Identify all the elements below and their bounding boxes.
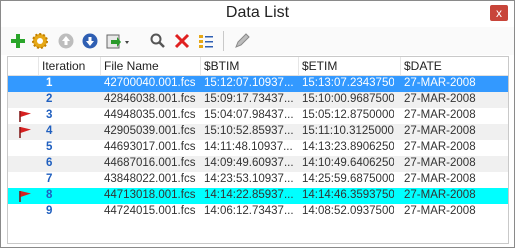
header-iteration[interactable]: Iteration xyxy=(42,59,85,73)
iteration-cell: 5 xyxy=(46,141,53,153)
up-icon[interactable] xyxy=(57,32,75,50)
file-name-cell: 42846038.001.fcs xyxy=(104,93,196,105)
date-cell: 27-MAR-2008 xyxy=(404,125,476,137)
iteration-cell: 1 xyxy=(46,77,53,89)
toolbar-separator xyxy=(223,31,224,51)
file-name-cell: 42905039.001.fcs xyxy=(104,125,196,137)
date-cell: 27-MAR-2008 xyxy=(404,77,476,89)
down-icon[interactable] xyxy=(81,32,99,50)
iteration-cell: 4 xyxy=(46,125,53,137)
etim-cell: 15:05:12.8750000 xyxy=(302,109,394,121)
iteration-cell: 8 xyxy=(46,189,53,201)
etim-cell: 14:13:23.8906250 xyxy=(302,141,394,153)
table-row[interactable]: 5 44693017.001.fcs 14:11:48.10937... 14:13:… xyxy=(8,140,508,156)
file-name-cell: 42700040.001.fcs xyxy=(104,77,196,89)
date-cell: 27-MAR-2008 xyxy=(404,173,476,185)
etim-cell: 14:25:59.6875000 xyxy=(302,173,394,185)
etim-cell: 15:10:00.9687500 xyxy=(302,93,394,105)
table-row[interactable]: 2 42846038.001.fcs 15:09:17.73437... 15:10:… xyxy=(8,92,508,108)
data-list-window: Data List x Iteration File Name $BTIM $E… xyxy=(0,0,515,248)
table-row[interactable]: 8 44713018.001.fcs 14:14:22.85937... 14:14:… xyxy=(8,188,508,204)
table-row[interactable]: 4 42905039.001.fcs 15:10:52.85937... 15:11:… xyxy=(8,124,508,140)
date-cell: 27-MAR-2008 xyxy=(404,141,476,153)
flag-icon xyxy=(19,111,31,122)
etim-cell: 14:10:49.6406250 xyxy=(302,157,394,169)
toolbar xyxy=(1,27,514,55)
date-cell: 27-MAR-2008 xyxy=(404,109,476,121)
add-icon[interactable] xyxy=(9,32,27,50)
iteration-cell: 9 xyxy=(46,205,53,217)
flag-icon xyxy=(19,191,31,202)
iteration-cell: 3 xyxy=(46,109,53,121)
file-name-cell: 44724015.001.fcs xyxy=(104,205,196,217)
btim-cell: 14:14:22.85937... xyxy=(204,189,294,201)
btim-cell: 15:09:17.73437... xyxy=(204,93,294,105)
btim-cell: 15:12:07.10937... xyxy=(204,77,294,89)
file-name-cell: 44713018.001.fcs xyxy=(104,189,196,201)
header-date[interactable]: $DATE xyxy=(404,59,442,73)
window-title: Data List xyxy=(225,4,290,21)
delete-icon[interactable] xyxy=(173,32,191,50)
file-name-cell: 44693017.001.fcs xyxy=(104,141,196,153)
iteration-cell: 2 xyxy=(46,93,53,105)
btim-cell: 15:10:52.85937... xyxy=(204,125,294,137)
close-button[interactable]: x xyxy=(490,5,508,21)
table-header: Iteration File Name $BTIM $ETIM $DATE xyxy=(8,57,508,76)
table-row[interactable]: 7 43848022.001.fcs 14:23:53.10937... 14:25:… xyxy=(8,172,508,188)
flag-icon xyxy=(19,127,31,138)
header-etim[interactable]: $ETIM xyxy=(302,59,337,73)
btim-cell: 14:11:48.10937... xyxy=(204,141,293,153)
gear-icon[interactable] xyxy=(31,32,49,50)
edit-icon[interactable] xyxy=(233,32,251,50)
export-icon[interactable] xyxy=(105,32,131,50)
date-cell: 27-MAR-2008 xyxy=(404,205,476,217)
title-bar[interactable]: Data List x xyxy=(1,1,514,27)
file-name-cell: 43848022.001.fcs xyxy=(104,173,196,185)
data-table: Iteration File Name $BTIM $ETIM $DATE 14… xyxy=(7,56,509,244)
iteration-cell: 7 xyxy=(46,173,53,185)
btim-cell: 15:04:07.98437... xyxy=(204,109,294,121)
etim-cell: 15:11:10.3125000 xyxy=(302,125,394,137)
date-cell: 27-MAR-2008 xyxy=(404,93,476,105)
btim-cell: 14:06:12.73437... xyxy=(204,205,294,217)
table-row[interactable]: 1 42700040.001.fcs 15:12:07.10937... 15:13:… xyxy=(8,76,508,92)
date-cell: 27-MAR-2008 xyxy=(404,157,476,169)
etim-cell: 15:13:07.2343750 xyxy=(302,77,394,89)
iteration-cell: 6 xyxy=(46,157,53,169)
etim-cell: 14:14:46.3593750 xyxy=(302,189,394,201)
header-file-name[interactable]: File Name xyxy=(104,59,159,73)
search-icon[interactable] xyxy=(149,32,167,50)
file-name-cell: 44948035.001.fcs xyxy=(104,109,196,121)
date-cell: 27-MAR-2008 xyxy=(404,189,476,201)
table-row[interactable]: 3 44948035.001.fcs 15:04:07.98437... 15:05:… xyxy=(8,108,508,124)
header-btim[interactable]: $BTIM xyxy=(204,59,239,73)
table-row[interactable]: 6 44687016.001.fcs 14:09:49.60937... 14:10:… xyxy=(8,156,508,172)
table-row[interactable]: 9 44724015.001.fcs 14:06:12.73437... 14:08:… xyxy=(8,204,508,220)
etim-cell: 14:08:52.0937500 xyxy=(302,205,394,217)
file-name-cell: 44687016.001.fcs xyxy=(104,157,196,169)
btim-cell: 14:23:53.10937... xyxy=(204,173,294,185)
list-icon[interactable] xyxy=(197,32,215,50)
btim-cell: 14:09:49.60937... xyxy=(204,157,294,169)
